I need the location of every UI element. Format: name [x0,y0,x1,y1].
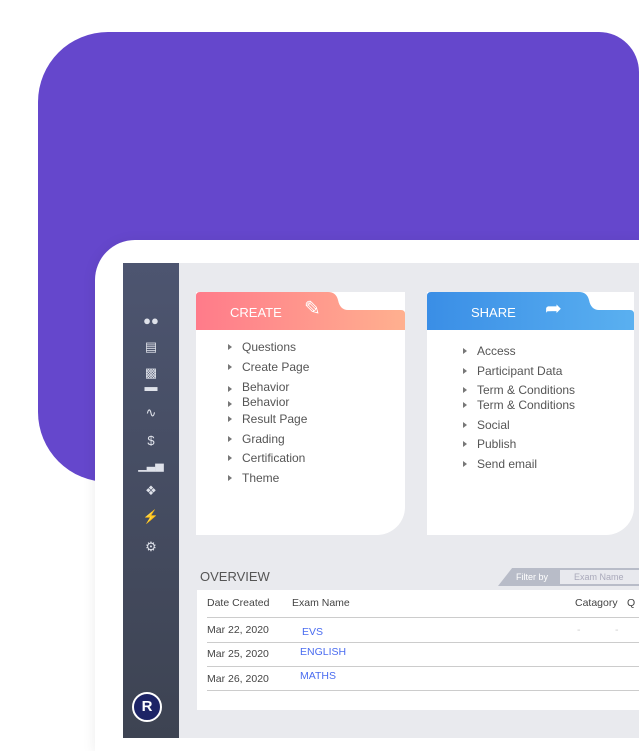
share-header[interactable]: SHARE ➦ [427,292,634,330]
create-item[interactable]: Questions [228,338,309,358]
create-list: Questions Create Page Behavior Behavior … [228,338,309,488]
share-title: SHARE [471,305,516,320]
trend-icon[interactable]: ∿ [123,405,179,421]
col-date[interactable]: Date Created [207,590,269,616]
create-item[interactable]: Theme [228,469,309,489]
share-item[interactable]: Social [463,416,575,436]
table-row[interactable]: Mar 26, 2020 MATHS [207,667,639,691]
row-q: - [615,624,619,636]
row-exam-name[interactable]: ENGLISH [300,641,346,663]
share-item[interactable]: Participant Data [463,362,575,382]
filter-input[interactable]: Exam Name [560,570,639,584]
share-item[interactable]: Term & Conditions [463,396,575,416]
dollar-icon[interactable]: $ [123,433,179,449]
sidebar: ●● ▤ ▩ ▬ ∿ $ ▁▃▅ ❖ ⚡ ⚙ R [123,263,179,738]
create-title: CREATE [230,305,282,320]
row-exam-name[interactable]: MATHS [300,664,336,688]
create-item[interactable]: Behavior [228,380,309,395]
create-card: CREATE ✎ Questions Create Page Behavior … [196,292,405,535]
logo: R [132,692,162,722]
overview-title: OVERVIEW [200,569,270,584]
create-item[interactable]: Grading [228,430,309,450]
filter-label: Filter by [516,572,549,582]
create-header[interactable]: CREATE ✎ [196,292,405,330]
edit-icon: ✎ [304,298,321,320]
share-card: SHARE ➦ Access Participant Data Term & C… [427,292,634,535]
book-base-icon: ▬ [144,379,158,394]
row-date: Mar 25, 2020 [207,648,269,660]
row-date: Mar 26, 2020 [207,673,269,685]
users-icon[interactable]: ●● [123,313,179,329]
table-row[interactable]: Mar 22, 2020 EVS - - [207,619,639,643]
row-date: Mar 22, 2020 [207,624,269,636]
gear-icon[interactable]: ⚙ [123,539,179,555]
share-icon: ➦ [545,298,562,320]
col-exam-name[interactable]: Exam Name [292,590,350,616]
create-item[interactable]: Behavior [228,395,309,410]
handshake-icon[interactable]: ❖ [123,483,179,499]
overview-table: Date Created Exam Name Catagory Q Mar 22… [197,590,639,710]
share-item[interactable]: Send email [463,455,575,475]
bar-chart-icon[interactable]: ▁▃▅ [123,458,179,474]
row-exam-name[interactable]: EVS [302,621,323,643]
create-item[interactable]: Result Page [228,410,309,430]
table-row[interactable]: Mar 25, 2020 ENGLISH [207,643,639,667]
create-item[interactable]: Certification [228,449,309,469]
document-icon[interactable]: ▤ [123,339,179,355]
share-list: Access Participant Data Term & Condition… [463,342,575,474]
col-category[interactable]: Catagory [575,590,618,616]
table-header: Date Created Exam Name Catagory Q [207,590,639,618]
share-item[interactable]: Publish [463,435,575,455]
share-item[interactable]: Access [463,342,575,362]
share-item[interactable]: Term & Conditions [463,381,575,396]
create-item[interactable]: Create Page [228,358,309,378]
app-screen: ●● ▤ ▩ ▬ ∿ $ ▁▃▅ ❖ ⚡ ⚙ R CREATE ✎ Questi… [123,263,639,738]
row-category: - [577,624,581,636]
col-q[interactable]: Q [627,590,635,616]
filter-bar: Filter by Exam Name [498,568,639,586]
plug-icon[interactable]: ⚡ [123,509,179,525]
